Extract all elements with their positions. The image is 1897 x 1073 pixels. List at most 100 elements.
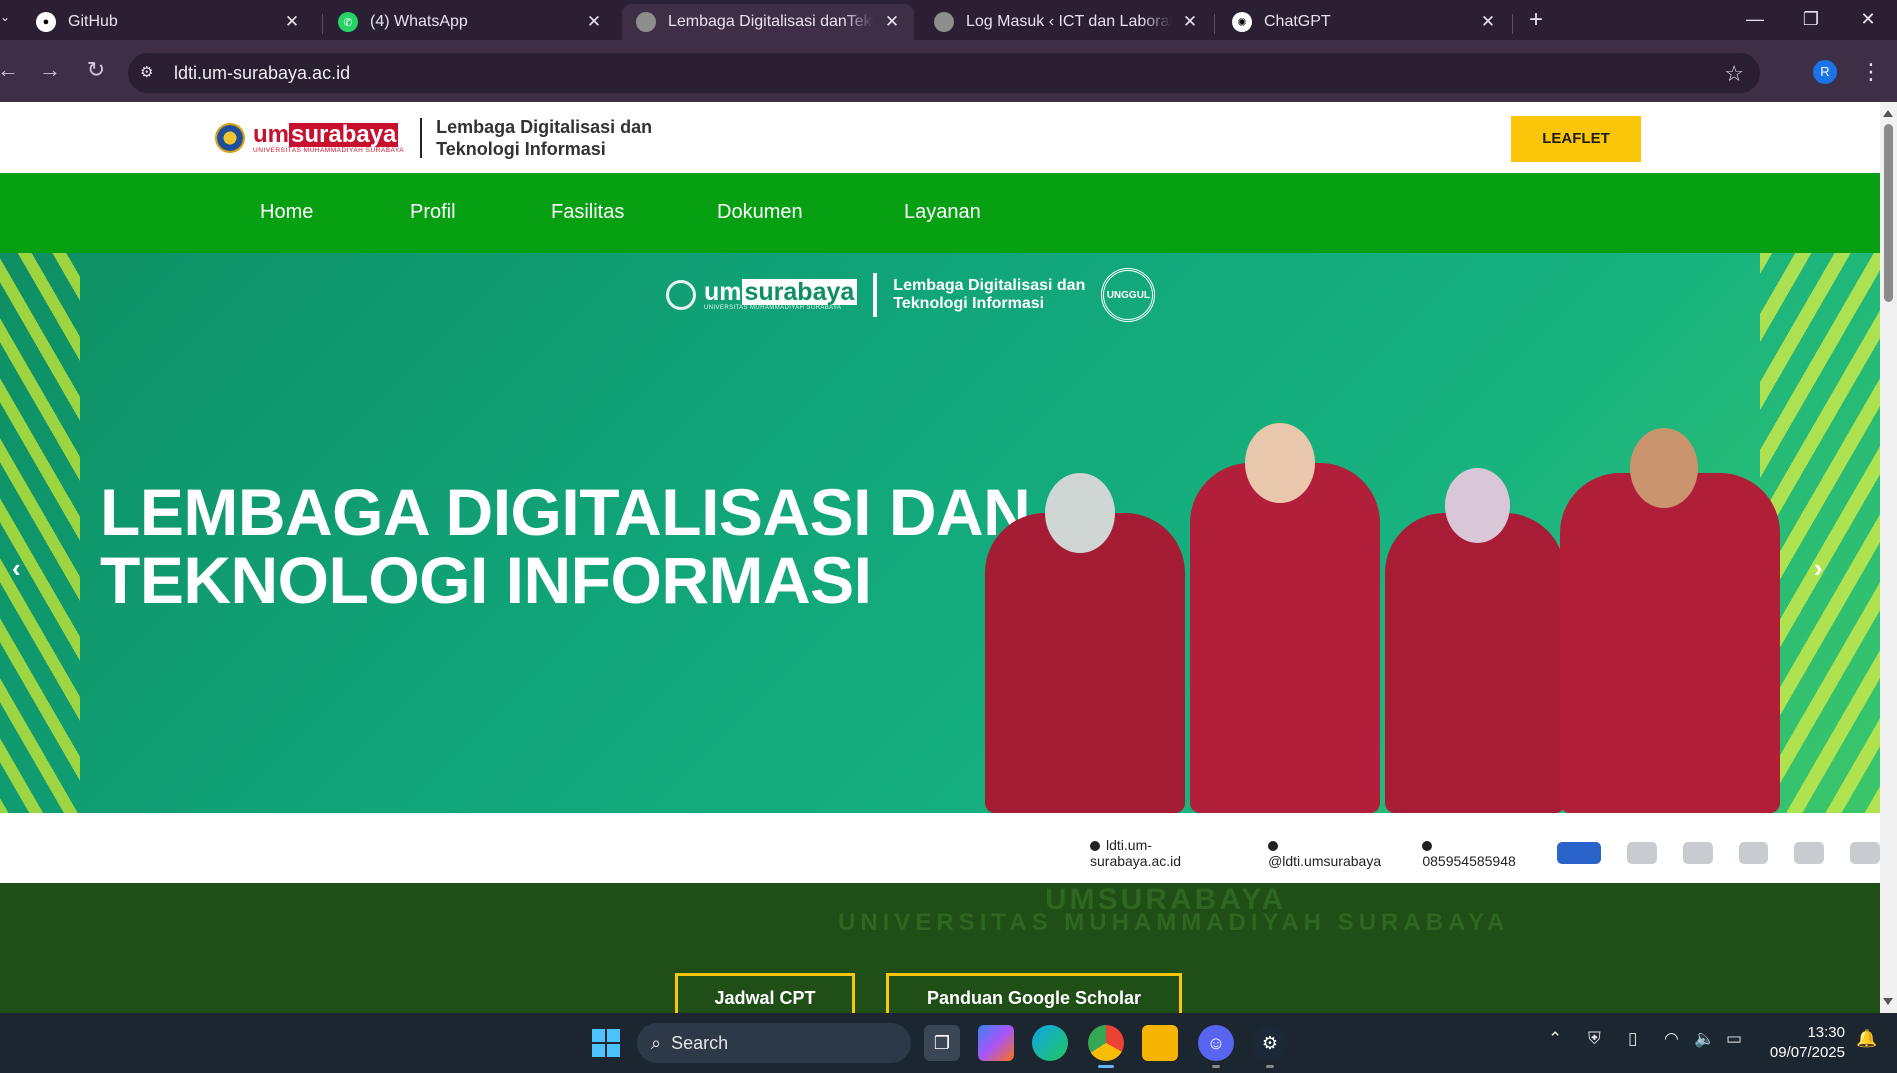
clock-time: 13:30 [1807,1024,1845,1041]
close-tab-icon[interactable]: ✕ [282,12,302,32]
main-nav: Home Profil Fasilitas Dokumen Layanan [0,173,1880,253]
chrome-running-indicator [1098,1065,1114,1068]
tab-whatsapp[interactable]: ✆ (4) WhatsApp ✕ [324,4,616,40]
quick-links-section: UMSURABAYA UNIVERSITAS MUHAMMADIYAH SURA… [0,883,1880,1013]
tab-separator [322,14,323,34]
logo-divider [420,118,423,158]
logo-um: um [253,120,289,148]
jadwal-cpt-button[interactable]: Jadwal CPT [675,973,855,1013]
decorative-stripes [0,253,80,813]
nav-layanan[interactable]: Layanan [904,201,981,224]
page-scrollbar[interactable] [1880,102,1897,1013]
url-text[interactable]: ldti.um-surabaya.ac.id [174,63,350,84]
site-settings-icon[interactable]: ⚙ [140,63,160,83]
logo-surabaya: surabaya [289,120,399,148]
back-icon[interactable]: ← [0,54,24,86]
security-shield-icon[interactable]: ⛨ [1588,1029,1601,1049]
tab-github[interactable]: ● GitHub ✕ [22,4,314,40]
volume-icon[interactable]: 🔈 [1694,1029,1715,1049]
steam-icon[interactable]: ⚙ [1252,1025,1288,1061]
close-window-icon[interactable]: ✕ [1840,0,1896,38]
logo-subtitle: UNIVERSITAS MUHAMMADIYAH SURABAYA [253,146,405,154]
hero-logo: um surabaya UNIVERSITAS MUHAMMADIYAH SUR… [666,268,1156,322]
tab-ldti[interactable]: Lembaga Digitalisasi danTeknologi ✕ [622,4,914,40]
hero-unit-line1: Lembaga Digitalisasi dan [893,277,1086,294]
close-tab-icon[interactable]: ✕ [584,12,604,32]
nav-fasilitas[interactable]: Fasilitas [551,201,624,224]
hero-title-line2: TEKNOLOGI INFORMASI [100,543,872,617]
forward-icon[interactable]: → [34,54,66,86]
hero-title: LEMBAGA DIGITALISASI DAN TEKNOLOGI INFOR… [100,475,1031,617]
hero-brand-um: um [704,278,742,306]
restore-icon[interactable]: ❐ [1783,0,1839,38]
discord-icon[interactable]: ☺ [1198,1025,1234,1061]
umsurabaya-icon [636,12,656,32]
nav-dokumen[interactable]: Dokumen [717,201,803,224]
site-header: um surabaya UNIVERSITAS MUHAMMADIYAH SUR… [0,102,1880,173]
windows-taskbar: ⌕ Search ❐ ☺ ⚙ ⌃ ⛨ ▯ ◠ 🔈 ▭ 13:30 09/07/2… [0,1013,1897,1073]
site-logo[interactable]: um surabaya UNIVERSITAS MUHAMMADIYAH SUR… [215,116,652,160]
watermark-subtitle: UNIVERSITAS MUHAMMADIYAH SURABAYA [838,909,1510,936]
eco-campus-logo [1850,842,1880,864]
panduan-google-scholar-button[interactable]: Panduan Google Scholar [886,973,1182,1013]
edge-icon[interactable] [1032,1025,1068,1061]
nav-home[interactable]: Home [260,201,313,224]
partner-logo [1794,842,1825,864]
usb-icon[interactable]: ▯ [1628,1029,1637,1049]
nav-profil[interactable]: Profil [410,201,456,224]
scroll-up-icon[interactable] [1883,110,1893,117]
tab-log-masuk[interactable]: Log Masuk ‹ ICT dan Laboratorium ✕ [920,4,1212,40]
hero-title-line1: LEMBAGA DIGITALISASI DAN [100,475,1031,549]
taskbar-search[interactable]: ⌕ Search [637,1023,911,1063]
windows-start-icon[interactable] [588,1025,624,1061]
tab-search-chevron-icon[interactable]: ⌄ [0,10,14,30]
discord-running-indicator [1212,1065,1220,1068]
close-tab-icon[interactable]: ✕ [1478,12,1498,32]
phone-text: 085954585948 [1422,853,1516,869]
battery-icon[interactable]: ▭ [1726,1029,1742,1049]
instagram-info: @ldti.umsurabaya [1268,837,1396,869]
kampus-merdeka-logo [1557,842,1601,864]
tab-chatgpt[interactable]: ✺ ChatGPT ✕ [1218,4,1510,40]
file-explorer-icon[interactable] [1142,1025,1178,1061]
search-label: Search [671,1032,729,1053]
reload-icon[interactable]: ↻ [80,54,112,86]
chrome-icon[interactable] [1088,1025,1124,1061]
tab-strip: ⌄ ● GitHub ✕ ✆ (4) WhatsApp ✕ Lembaga Di… [0,0,1897,40]
system-clock[interactable]: 13:30 09/07/2025 [1765,1023,1845,1063]
profile-avatar[interactable]: R [1813,60,1837,84]
close-tab-icon[interactable]: ✕ [1180,12,1200,32]
browser-menu-icon[interactable]: ⋮ [1860,58,1882,86]
notification-bell-icon[interactable]: 🔔 [1856,1029,1877,1049]
hero-brand-subtitle: UNIVERSITAS MUHAMMADIYAH SURABAYA [704,305,842,311]
hero-unit-line2: Teknologi Informasi [893,295,1045,312]
whatsapp-icon: ✆ [338,12,358,32]
close-tab-icon[interactable]: ✕ [882,12,902,32]
address-bar[interactable]: ⚙ ldti.um-surabaya.ac.id ☆ [128,53,1760,93]
minimize-icon[interactable]: — [1727,0,1783,38]
show-hidden-icons-chevron[interactable]: ⌃ [1548,1029,1562,1049]
tab-title: Lembaga Digitalisasi danTeknologi [668,13,874,30]
partner-logo [1682,842,1713,864]
scroll-down-icon[interactable] [1883,998,1893,1005]
partner-logo [1738,842,1769,864]
tab-title: GitHub [68,13,118,30]
leaflet-button[interactable]: LEAFLET [1511,116,1641,162]
bookmark-star-icon[interactable]: ☆ [1724,61,1744,87]
task-view-icon[interactable]: ❐ [924,1025,960,1061]
slider-next-icon[interactable]: › [1814,553,1823,584]
hero-logo-divider [873,273,878,317]
website-text: ldti.um-surabaya.ac.id [1090,837,1182,869]
tab-separator [1512,14,1513,34]
website-info: ldti.um-surabaya.ac.id [1090,837,1242,869]
phone-info: 085954585948 [1422,837,1531,869]
wifi-icon[interactable]: ◠ [1664,1029,1679,1049]
partner-logo [1626,842,1657,864]
slider-prev-icon[interactable]: ‹ [12,553,21,584]
tab-title: ChatGPT [1264,13,1331,30]
scrollbar-thumb[interactable] [1884,124,1893,302]
instagram-text: @ldti.umsurabaya [1268,853,1382,869]
new-tab-button[interactable]: + [1522,6,1550,34]
copilot-icon[interactable] [978,1025,1014,1061]
steam-running-indicator [1266,1065,1274,1068]
